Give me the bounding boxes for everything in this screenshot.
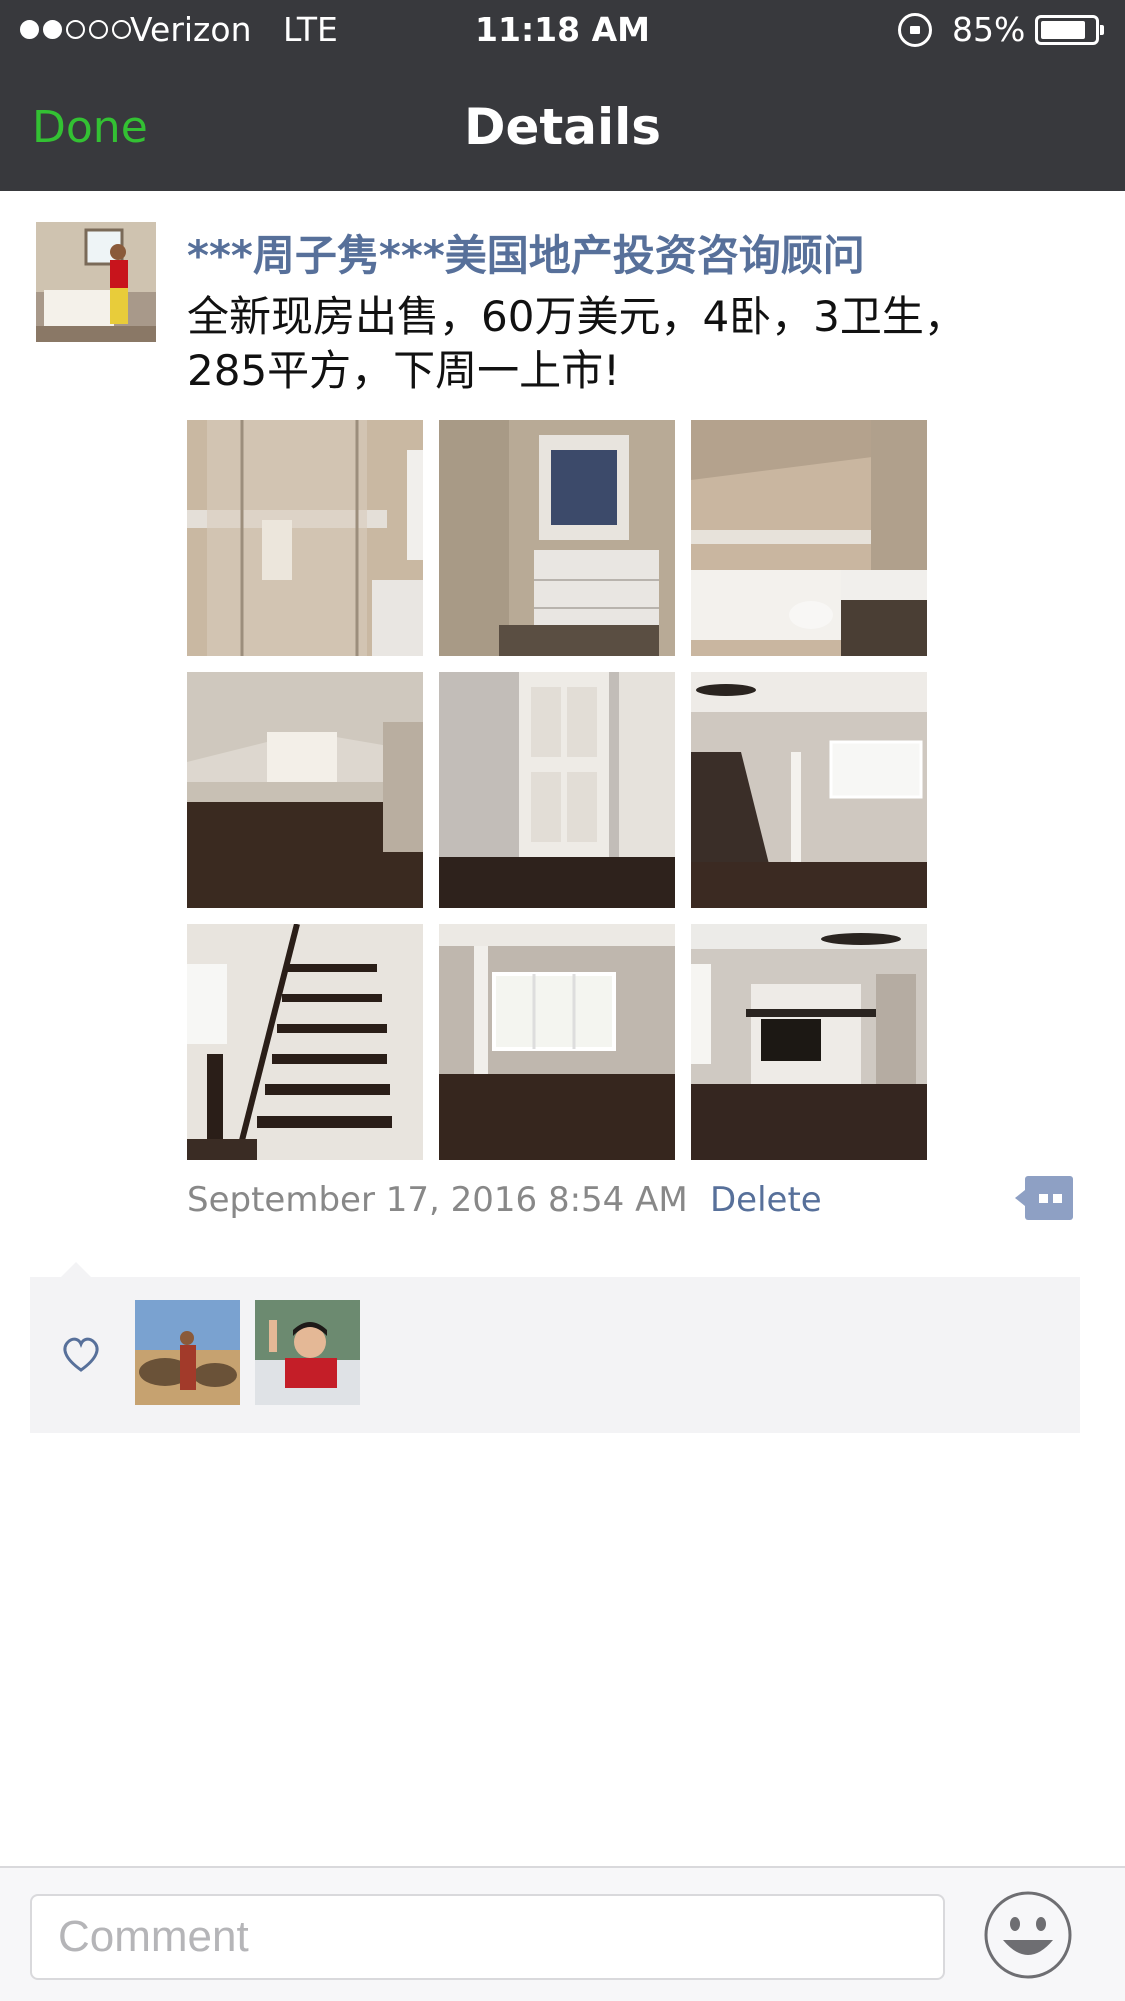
post-text: 全新现房出售，60万美元，4卧，3卫生，285平方，下周一上市! bbox=[187, 292, 966, 395]
post-photo-3[interactable] bbox=[691, 420, 927, 656]
comment-action-button[interactable] bbox=[1015, 1176, 1073, 1220]
author-avatar[interactable] bbox=[36, 222, 156, 342]
delete-button[interactable]: Delete bbox=[710, 1180, 822, 1220]
post-photo-5[interactable] bbox=[439, 672, 675, 908]
liker-avatar-2[interactable] bbox=[255, 1300, 360, 1405]
status-bar: Verizon LTE 11:18 AM 85% bbox=[0, 0, 1125, 62]
battery-percent: 85% bbox=[952, 10, 1026, 49]
post-photo-2[interactable] bbox=[439, 420, 675, 656]
post-timestamp: September 17, 2016 8:54 AM bbox=[187, 1180, 688, 1220]
battery-icon bbox=[1035, 15, 1104, 45]
liker-avatar-1[interactable] bbox=[135, 1300, 240, 1405]
post-photo-6[interactable] bbox=[691, 672, 927, 908]
navigation-bar: Done Details bbox=[0, 62, 1125, 191]
likes-caret bbox=[60, 1262, 92, 1278]
comment-input[interactable] bbox=[30, 1894, 945, 1980]
page-title: Details bbox=[463, 98, 662, 156]
rotation-lock-icon bbox=[898, 13, 932, 47]
smiley-icon bbox=[984, 1891, 1072, 1979]
post-photo-9[interactable] bbox=[691, 924, 927, 1160]
emoji-button[interactable] bbox=[983, 1890, 1073, 1980]
post-photo-4[interactable] bbox=[187, 672, 423, 908]
battery-fill bbox=[1041, 21, 1085, 39]
post-photo-1[interactable] bbox=[187, 420, 423, 656]
post-photo-8[interactable] bbox=[439, 924, 675, 1160]
heart-icon bbox=[60, 1334, 102, 1374]
post-photo-7[interactable] bbox=[187, 924, 423, 1160]
comment-bubble-icon bbox=[1015, 1176, 1073, 1220]
author-name[interactable]: ***周子隽***美国地产投资咨询顾问 bbox=[187, 222, 865, 283]
comment-bar bbox=[0, 1866, 1125, 2001]
top-bar: Verizon LTE 11:18 AM 85% Done Details bbox=[0, 0, 1125, 191]
